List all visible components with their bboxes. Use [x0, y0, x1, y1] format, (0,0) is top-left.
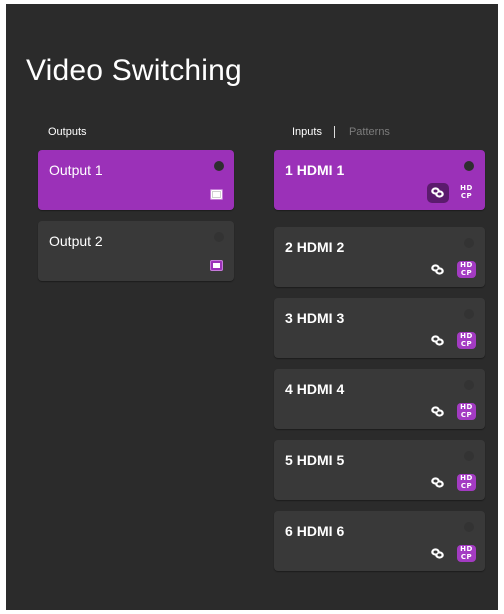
input-label: 2 HDMI 2	[285, 239, 344, 255]
tab-divider	[333, 126, 335, 138]
input-card-5[interactable]: 5 HDMI 5 HD CP	[274, 440, 485, 500]
hdcp-icon: HD CP	[457, 474, 476, 491]
output-label: Output 1	[49, 162, 103, 178]
output-card-1[interactable]: Output 1	[38, 150, 234, 210]
hdcp-icon: HD CP	[457, 545, 476, 562]
link-icon[interactable]	[430, 547, 445, 560]
input-label: 3 HDMI 3	[285, 310, 344, 326]
inputs-tab-bar: Inputs Patterns	[292, 126, 390, 138]
input-number: 6	[285, 523, 293, 539]
page-title: Video Switching	[26, 54, 242, 87]
status-led-icon	[464, 451, 474, 461]
hdcp-icon: HD CP	[460, 184, 473, 200]
status-led-icon	[464, 380, 474, 390]
input-name: HDMI 3	[296, 310, 345, 326]
display-icon	[210, 260, 223, 271]
input-label: 4 HDMI 4	[285, 381, 344, 397]
hdcp-icon: HD CP	[457, 332, 476, 349]
input-number: 1	[285, 162, 293, 178]
input-label: 1 HDMI 1	[285, 162, 344, 178]
input-card-4[interactable]: 4 HDMI 4 HD CP	[274, 369, 485, 429]
link-icon[interactable]	[430, 405, 445, 418]
input-number: 4	[285, 381, 293, 397]
status-led-icon	[214, 232, 224, 242]
status-led-icon	[464, 238, 474, 248]
input-name: HDMI 1	[296, 162, 345, 178]
link-icon[interactable]	[430, 476, 445, 489]
input-card-6[interactable]: 6 HDMI 6 HD CP	[274, 511, 485, 571]
tab-inputs[interactable]: Inputs	[292, 126, 322, 138]
input-label: 5 HDMI 5	[285, 452, 344, 468]
status-led-icon	[214, 161, 224, 171]
display-icon	[210, 189, 223, 200]
status-led-icon	[464, 522, 474, 532]
input-name: HDMI 5	[296, 452, 345, 468]
outputs-header: Outputs	[48, 126, 87, 138]
input-number: 3	[285, 310, 293, 326]
link-icon[interactable]	[430, 186, 445, 199]
input-name: HDMI 2	[296, 239, 345, 255]
input-name: HDMI 4	[296, 381, 345, 397]
link-icon[interactable]	[430, 263, 445, 276]
hdcp-icon: HD CP	[457, 403, 476, 420]
output-card-2[interactable]: Output 2	[38, 221, 234, 281]
hdcp-icon: HD CP	[457, 261, 476, 278]
input-number: 2	[285, 239, 293, 255]
input-card-3[interactable]: 3 HDMI 3 HD CP	[274, 298, 485, 358]
status-led-icon	[464, 161, 474, 171]
link-icon[interactable]	[430, 334, 445, 347]
video-switching-panel: Video Switching Outputs Inputs Patterns …	[6, 4, 498, 610]
output-label: Output 2	[49, 233, 103, 249]
input-name: HDMI 6	[296, 523, 345, 539]
input-card-1[interactable]: 1 HDMI 1 HD CP	[274, 150, 485, 210]
input-number: 5	[285, 452, 293, 468]
input-label: 6 HDMI 6	[285, 523, 344, 539]
tab-patterns[interactable]: Patterns	[349, 126, 390, 138]
status-led-icon	[464, 309, 474, 319]
input-card-2[interactable]: 2 HDMI 2 HD CP	[274, 227, 485, 287]
